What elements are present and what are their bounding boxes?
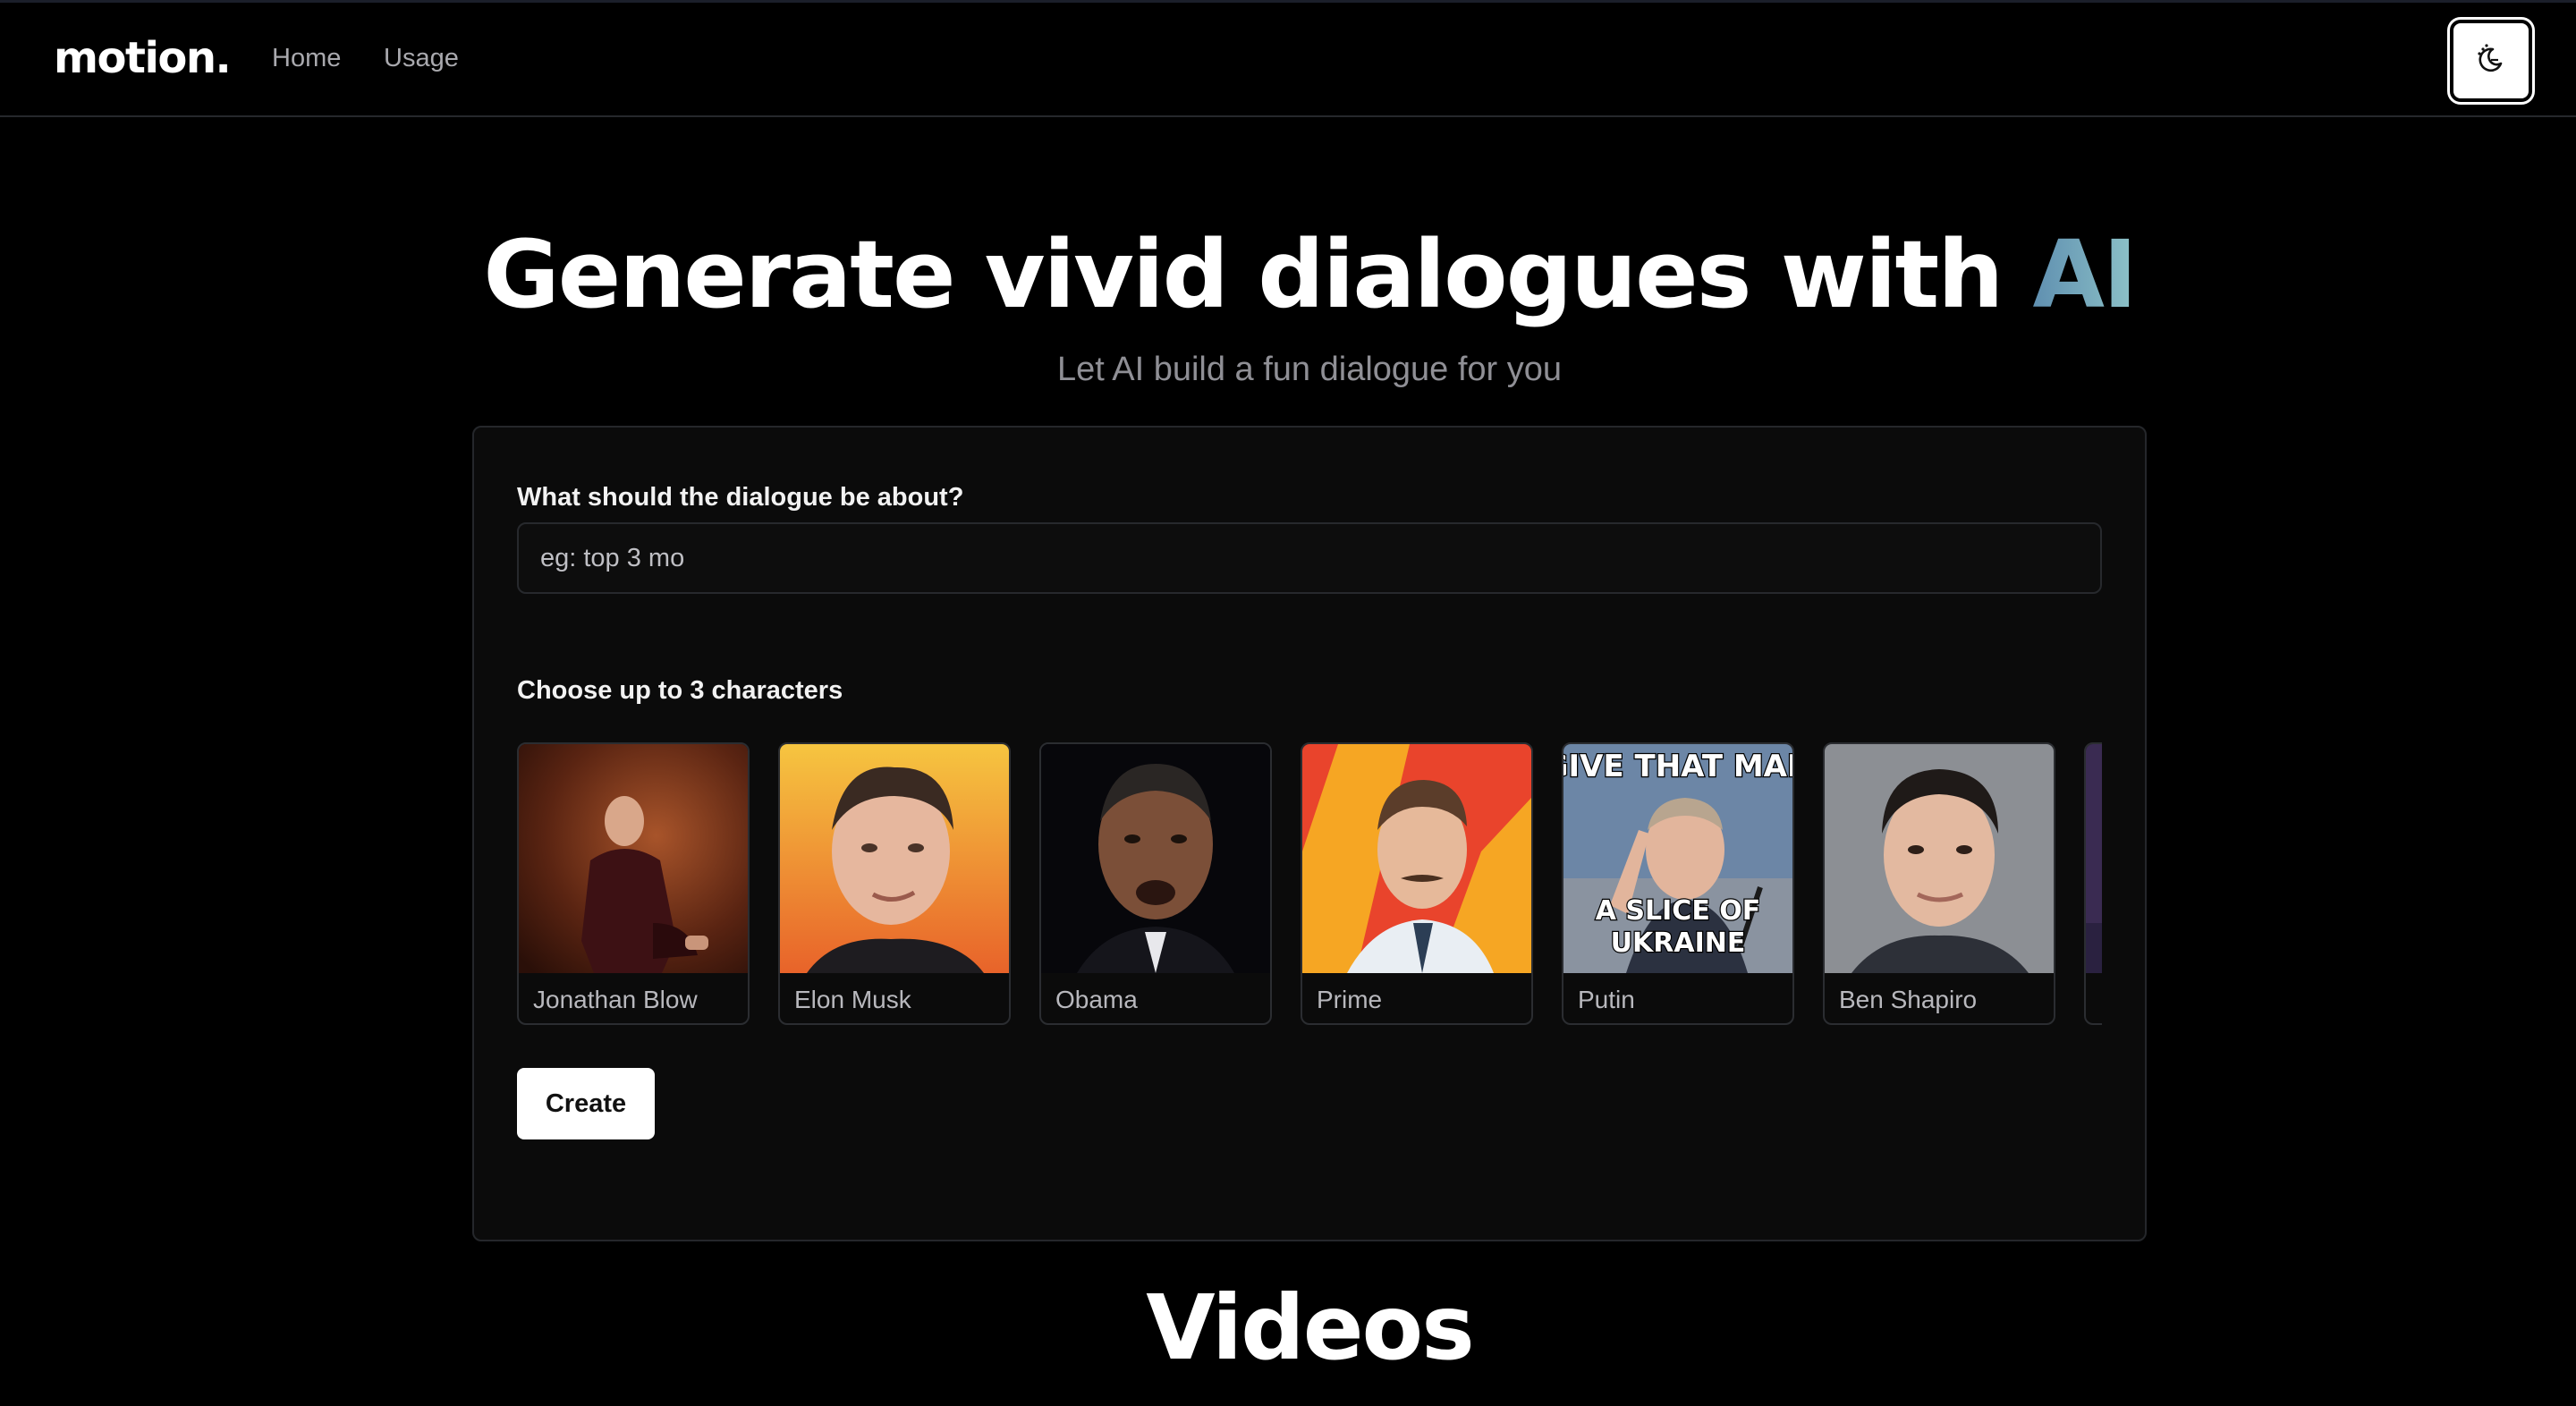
meme-bottom-text-line2: UKRAINE [1611,927,1746,959]
character-portrait [1041,744,1270,973]
meme-bottom-text-line1: A SLICE OF [1596,895,1761,927]
character-portrait [1302,744,1531,973]
character-portrait [780,744,1009,973]
character-card-prime[interactable]: Prime [1301,742,1533,1025]
character-meme: GIVE THAT MAN A SLICE OF UKRAINE [1563,744,1792,973]
character-carousel[interactable]: Jonathan Blow Elon Musk Obama Prime IVE … [517,742,2102,1029]
character-portrait [1825,744,2054,973]
meme-top-text: GIVE THAT MAN [1563,749,1792,784]
character-portrait [2086,744,2102,973]
nav-link-usage[interactable]: Usage [384,44,459,73]
nav-link-home[interactable]: Home [272,44,341,73]
character-portrait [519,744,748,973]
hero-title-main: Generate vivid dialogues with [483,220,2004,329]
character-card-partial[interactable] [2084,742,2102,1025]
navbar: motion. Home Usage [0,3,2576,117]
character-card-putin[interactable]: GIVE THAT MAN A SLICE OF UKRAINE Putin [1562,742,1794,1025]
character-name: Elon Musk [794,986,911,1013]
characters-label: Choose up to 3 characters [517,676,843,705]
character-name: Jonathan Blow [533,986,698,1013]
dialogue-form-card: What should the dialogue be about? Choos… [472,426,2147,1241]
character-name: Obama [1055,986,1138,1013]
logo[interactable]: motion. [54,33,232,83]
hero-title: Generate vivid dialogues with AI [0,220,2576,329]
hero-subtitle: Let AI build a fun dialogue for you [1056,351,1563,388]
character-card-elon-musk[interactable]: Elon Musk [778,742,1011,1025]
character-card-obama[interactable]: Obama [1039,742,1272,1025]
character-card-ben-shapiro[interactable]: Ben Shapiro [1823,742,2055,1025]
moon-sun-icon [2473,41,2509,81]
topic-input[interactable] [517,522,2102,594]
create-button[interactable]: Create [517,1068,655,1139]
videos-heading: Videos [1146,1275,1475,1380]
topic-label: What should the dialogue be about? [517,483,964,512]
character-card-jonathan-blow[interactable]: Jonathan Blow [517,742,750,1025]
theme-toggle-button[interactable] [2450,20,2532,102]
character-name: Ben Shapiro [1839,986,1978,1013]
character-name: Putin [1578,986,1635,1013]
character-name: Prime [1317,986,1383,1013]
hero-title-accent: AI [2032,220,2137,329]
